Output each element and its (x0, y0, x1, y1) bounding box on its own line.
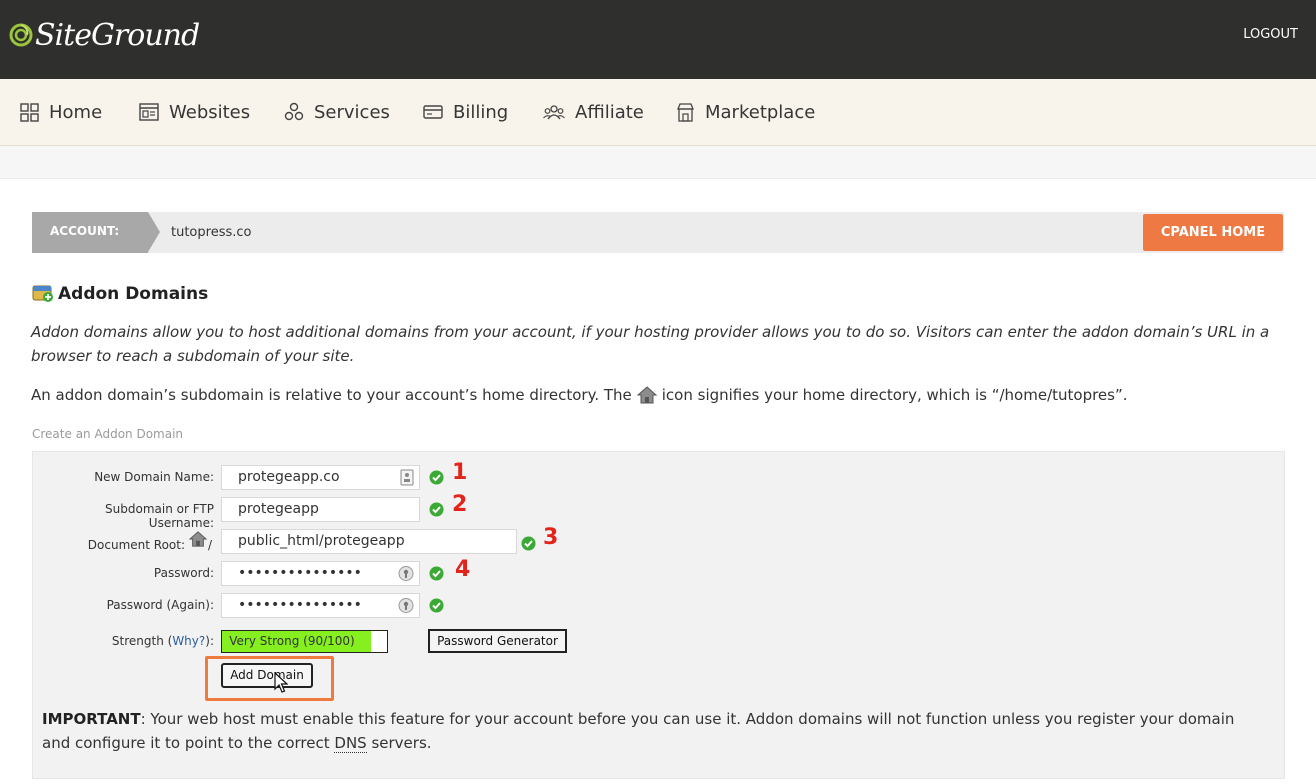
password-strength-text: Very Strong (90/100) (229, 634, 355, 648)
strength-label-text: Strength ( (111, 634, 173, 648)
subdomain-value: protegeapp (238, 501, 319, 517)
password-strength-meter: Very Strong (90/100) (221, 630, 388, 653)
document-root-input[interactable]: public_html/protegeapp (221, 529, 517, 554)
nav-item-websites[interactable]: Websites (139, 79, 250, 145)
nav-item-affiliate[interactable]: Affiliate (543, 79, 644, 145)
new-domain-input[interactable]: protegeapp.co (221, 465, 420, 490)
strength-label: Strength (Why?): (40, 634, 214, 648)
valid-check-icon (429, 502, 444, 517)
account-label-arrow (148, 212, 160, 252)
subdomain-label: Subdomain or FTP Username: (105, 502, 214, 530)
new-domain-label: New Domain Name: (94, 470, 214, 484)
section-label: Create an Addon Domain (32, 427, 184, 441)
siteground-logo[interactable]: SiteGround (9, 17, 200, 53)
nav-label: Marketplace (705, 101, 816, 123)
store-icon (677, 102, 694, 122)
strength-why-link[interactable]: Why? (172, 634, 205, 648)
new-domain-value: protegeapp.co (238, 469, 340, 485)
nav-item-home[interactable]: Home (20, 79, 102, 145)
note-text-after: icon signifies your home directory, whic… (661, 386, 1128, 404)
main-nav: Home Websites Services Billing Affiliate… (0, 79, 1316, 146)
note-text-before: An addon domain’s subdomain is relative … (31, 386, 632, 404)
nav-label: Websites (169, 101, 251, 123)
password-generator-button[interactable]: Password Generator (428, 629, 567, 653)
people-icon (543, 105, 565, 120)
valid-check-icon (429, 598, 444, 613)
websites-icon (139, 103, 159, 121)
brand-name: SiteGround (35, 17, 200, 53)
annotation-number-1: 1 (452, 460, 468, 485)
subdomain-input[interactable]: protegeapp (221, 497, 420, 522)
important-notice: IMPORTANT: Your web host must enable thi… (42, 707, 1262, 755)
home-icon (636, 385, 658, 411)
grid-icon (20, 102, 39, 122)
siteground-swirl-icon (9, 23, 33, 47)
important-prefix: IMPORTANT (42, 710, 141, 728)
dns-abbreviation: DNS (334, 734, 367, 753)
password-again-input[interactable]: ••••••••••••••• (221, 593, 420, 618)
account-domain: tutopress.co (171, 225, 252, 240)
services-icon (284, 102, 304, 121)
nav-item-marketplace[interactable]: Marketplace (676, 79, 815, 145)
password-reveal-icon[interactable] (398, 565, 414, 582)
card-icon (423, 105, 443, 119)
page-description: Addon domains allow you to host addition… (31, 323, 1270, 365)
nav-item-services[interactable]: Services (284, 79, 390, 145)
password-again-label: Password (Again): (106, 598, 214, 612)
valid-check-icon (429, 470, 444, 485)
add-domain-button[interactable]: Add Domain (221, 663, 313, 688)
cpanel-home-button[interactable]: CPANEL HOME (1143, 214, 1283, 251)
password-again-value: ••••••••••••••• (238, 597, 362, 613)
nav-label: Home (49, 101, 103, 123)
document-root-prefix: / (208, 538, 213, 552)
home-directory-note: An addon domain’s subdomain is relative … (31, 384, 1291, 411)
mouse-cursor-icon (274, 672, 288, 693)
nav-label: Billing (453, 101, 509, 123)
strength-label-end: ): (205, 634, 214, 648)
nav-label: Affiliate (575, 101, 644, 123)
nav-item-billing[interactable]: Billing (423, 79, 508, 145)
subnav-strip (0, 146, 1316, 179)
addon-domains-icon (32, 285, 53, 302)
document-root-value: public_html/protegeapp (238, 533, 405, 549)
valid-check-icon (429, 566, 444, 581)
annotation-number-3: 3 (543, 525, 559, 550)
annotation-number-4: 4 (455, 557, 471, 582)
important-text-before: : Your web host must enable this feature… (42, 710, 1235, 752)
valid-check-icon (521, 536, 536, 551)
logout-link[interactable]: LOGOUT (1243, 27, 1298, 42)
top-header: SiteGround LOGOUT (0, 0, 1316, 79)
page-title: Addon Domains (58, 284, 209, 304)
password-reveal-icon[interactable] (398, 597, 414, 614)
account-bar: ACCOUNT: tutopress.co CPANEL HOME (32, 212, 1284, 253)
home-directory-icon (188, 531, 208, 547)
password-label: Password: (153, 566, 214, 580)
account-label: ACCOUNT: (32, 212, 148, 253)
important-text-after: servers. (366, 734, 432, 752)
password-input[interactable]: ••••••••••••••• (221, 561, 420, 586)
contact-card-icon (400, 469, 414, 486)
annotation-number-2: 2 (452, 492, 468, 517)
password-value: ••••••••••••••• (238, 565, 362, 581)
nav-label: Services (314, 101, 390, 123)
document-root-label: Document Root: (87, 538, 185, 552)
